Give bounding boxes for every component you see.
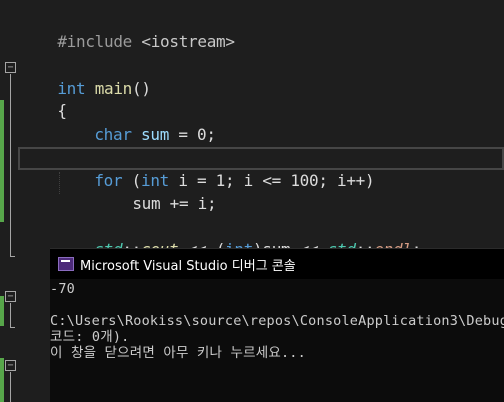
decl-variable: sum bbox=[141, 125, 170, 144]
code-line-declaration[interactable]: char sum = 0; bbox=[57, 102, 216, 144]
console-exit-code: 코드: 0개). bbox=[50, 329, 130, 345]
console-exit-path: C:\Users\Rookiss\source\repos\ConsoleApp… bbox=[50, 313, 504, 329]
decl-type: char bbox=[94, 125, 132, 144]
change-indicator bbox=[0, 100, 4, 222]
console-title: Microsoft Visual Studio 디버그 콘솔 bbox=[80, 258, 296, 274]
preprocessor-directive: #include bbox=[57, 32, 133, 51]
code-line-loop-body[interactable]: sum += i; bbox=[95, 171, 216, 213]
main-parens: () bbox=[132, 79, 151, 98]
function-name: main bbox=[94, 79, 133, 98]
decl-rest: = 0; bbox=[169, 125, 216, 144]
loop-statement: sum += i; bbox=[132, 194, 217, 213]
change-indicator bbox=[0, 296, 4, 326]
console-output[interactable]: -70 C:\Users\Rookiss\source\repos\Consol… bbox=[50, 279, 504, 402]
collapse-toggle-icon[interactable]: − bbox=[5, 291, 16, 302]
code-line-for[interactable]: for (int i = 1; i <= 100; i++) bbox=[57, 148, 374, 190]
fold-guide bbox=[10, 74, 11, 256]
fold-guide bbox=[10, 303, 11, 327]
code-line-include[interactable]: #include <iostream> bbox=[20, 9, 235, 51]
debug-console-window[interactable]: Microsoft Visual Studio 디버그 콘솔 -70 C:\Us… bbox=[50, 248, 504, 402]
code-line-main[interactable]: int main() bbox=[20, 56, 151, 98]
code-line-open-brace[interactable]: { bbox=[20, 78, 67, 120]
code-line-cout[interactable]: std::cout << (int)sum << std::endl; bbox=[57, 217, 421, 259]
fold-end-tick bbox=[10, 256, 15, 257]
console-close-prompt: 이 창을 닫으려면 아무 키나 누르세요... bbox=[50, 345, 306, 361]
fold-end-tick bbox=[10, 327, 15, 328]
console-output-value: -70 bbox=[50, 281, 75, 297]
change-indicator bbox=[0, 358, 4, 402]
fold-guide bbox=[10, 372, 11, 402]
console-app-icon bbox=[58, 257, 74, 271]
collapse-toggle-icon[interactable]: − bbox=[5, 360, 16, 371]
include-header: <iostream> bbox=[141, 32, 235, 51]
collapse-toggle-icon[interactable]: − bbox=[5, 62, 16, 73]
console-titlebar[interactable]: Microsoft Visual Studio 디버그 콘솔 bbox=[50, 249, 504, 279]
